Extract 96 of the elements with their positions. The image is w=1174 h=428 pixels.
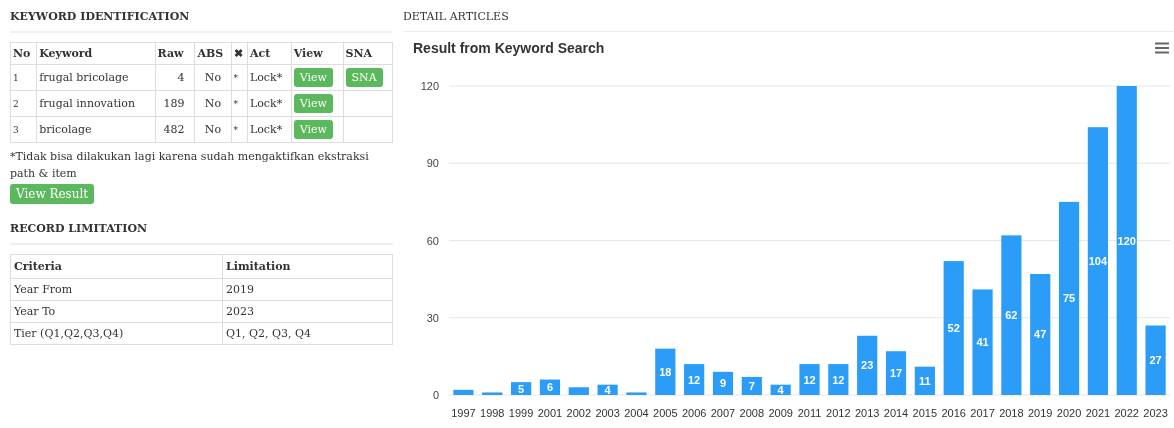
table-cell: No xyxy=(194,90,231,117)
table-cell: Lock* xyxy=(247,90,292,117)
table-cell: Year From xyxy=(10,278,223,301)
table-cell: * xyxy=(231,116,248,143)
column-header: ✖ xyxy=(231,42,248,65)
data-label: 6 xyxy=(546,381,553,394)
table-cell: No xyxy=(194,116,231,143)
axis-tick-label: 2017 xyxy=(970,407,995,419)
data-label: 47 xyxy=(1034,328,1047,341)
view-button[interactable]: View xyxy=(293,94,333,113)
view-button[interactable]: View xyxy=(293,120,333,139)
axis-tick-label: 0 xyxy=(432,389,439,401)
table-cell: 189 xyxy=(155,90,195,117)
axis-tick-label: 1999 xyxy=(508,407,534,419)
column-header: View xyxy=(291,42,343,65)
table-cell: * xyxy=(231,90,248,117)
table-cell: bricolage xyxy=(36,116,155,143)
section-title: KEYWORD IDENTIFICATION xyxy=(10,10,393,33)
data-label: 17 xyxy=(889,367,903,380)
axis-tick-label: 30 xyxy=(426,311,439,324)
footnote: *Tidak bisa dilakukan lagi karena sudah mengaktifkan ekstraksi path & item xyxy=(10,149,370,182)
view-button[interactable]: View xyxy=(293,68,333,87)
table-cell: Q1, Q2, Q3, Q4 xyxy=(222,322,393,345)
axis-tick-label: 2018 xyxy=(999,407,1024,419)
axis-tick-label: 1997 xyxy=(451,407,476,419)
axis-tick-label: 2014 xyxy=(883,407,909,419)
data-label: 120 xyxy=(1117,234,1136,247)
column-header: Keyword xyxy=(36,42,155,65)
data-label: 7 xyxy=(748,380,755,392)
axis-tick-label: 2001 xyxy=(537,407,563,419)
axis-tick-label: 2011 xyxy=(797,407,822,419)
menu-icon[interactable] xyxy=(1154,42,1170,54)
data-label: 5 xyxy=(518,382,525,395)
axis-tick-label: 2021 xyxy=(1085,407,1111,419)
table-cell: Lock* xyxy=(247,64,292,91)
data-label: 12 xyxy=(688,373,701,386)
column-header: SNA xyxy=(343,42,393,65)
column-header: No xyxy=(10,42,37,65)
table-cell: 4 xyxy=(155,64,195,91)
data-label: 18 xyxy=(659,365,672,378)
axis-tick-label: 2004 xyxy=(624,407,649,419)
data-label: 4 xyxy=(777,383,784,396)
axis-tick-label: 2016 xyxy=(941,407,966,419)
axis-tick-label: 90 xyxy=(426,157,439,170)
axis-tick-label: 2006 xyxy=(681,407,707,419)
axis-tick-label: 2009 xyxy=(768,407,793,419)
column-header: ABS xyxy=(194,42,231,65)
data-label: 9 xyxy=(719,377,727,390)
data-label: 75 xyxy=(1062,292,1076,305)
axis-tick-label: 60 xyxy=(426,234,439,247)
axis-tick-label: 2019 xyxy=(1028,407,1053,419)
column-header: Act xyxy=(247,42,292,65)
axis-tick-label: 2008 xyxy=(739,407,765,419)
axis-tick-label: 2023 xyxy=(1143,407,1168,419)
table-cell: 1 xyxy=(10,64,37,91)
axis-tick-label: 2003 xyxy=(595,407,620,419)
axis-tick-label: 1998 xyxy=(480,407,505,419)
data-label: 52 xyxy=(947,322,960,335)
axis-tick-label: 2005 xyxy=(653,407,678,419)
data-label: 12 xyxy=(803,373,816,386)
section-title: DETAIL ARTICLES xyxy=(403,10,1174,32)
table-cell: 3 xyxy=(10,116,37,143)
axis-tick-label: 2012 xyxy=(826,407,851,419)
axis-tick-label: 2020 xyxy=(1056,407,1082,419)
data-label: 62 xyxy=(1005,309,1018,322)
table-cell: frugal bricolage xyxy=(36,64,155,91)
table-cell: 2 xyxy=(10,90,37,117)
data-label: 104 xyxy=(1088,255,1108,268)
table-cell: 2019 xyxy=(222,278,393,301)
data-label: 11 xyxy=(919,374,931,387)
chart-title: Result from Keyword Search xyxy=(413,40,605,56)
table-cell: * xyxy=(231,64,248,91)
axis-tick-label: 2013 xyxy=(854,407,880,419)
table-cell: No xyxy=(194,64,231,91)
axis-tick-label: 2022 xyxy=(1114,407,1139,419)
data-label: 23 xyxy=(861,359,874,372)
axis-tick-label: 2007 xyxy=(710,407,736,419)
table-cell: 2023 xyxy=(222,300,393,323)
axis-tick-label: 2002 xyxy=(566,407,591,419)
data-label: 12 xyxy=(832,373,845,386)
sna-button[interactable]: SNA xyxy=(345,68,383,87)
table-cell: Lock* xyxy=(247,116,292,143)
table-cell: 482 xyxy=(155,116,195,143)
table-cell: frugal innovation xyxy=(36,90,155,117)
data-label: 41 xyxy=(976,336,989,349)
table-cell: Tier (Q1,Q2,Q3,Q4) xyxy=(10,322,223,345)
section-title: RECORD LIMITATION xyxy=(10,222,393,245)
column-header: Raw xyxy=(155,42,195,65)
axis-tick-label: 2015 xyxy=(912,407,938,419)
view-result-button[interactable]: View Result xyxy=(10,184,95,204)
axis-tick-label: 120 xyxy=(420,80,439,92)
column-header: Limitation xyxy=(222,254,393,279)
data-label: 27 xyxy=(1149,354,1162,367)
column-header: Criteria xyxy=(10,254,223,279)
data-label: 4 xyxy=(604,383,611,396)
table-cell: Year To xyxy=(10,300,223,323)
